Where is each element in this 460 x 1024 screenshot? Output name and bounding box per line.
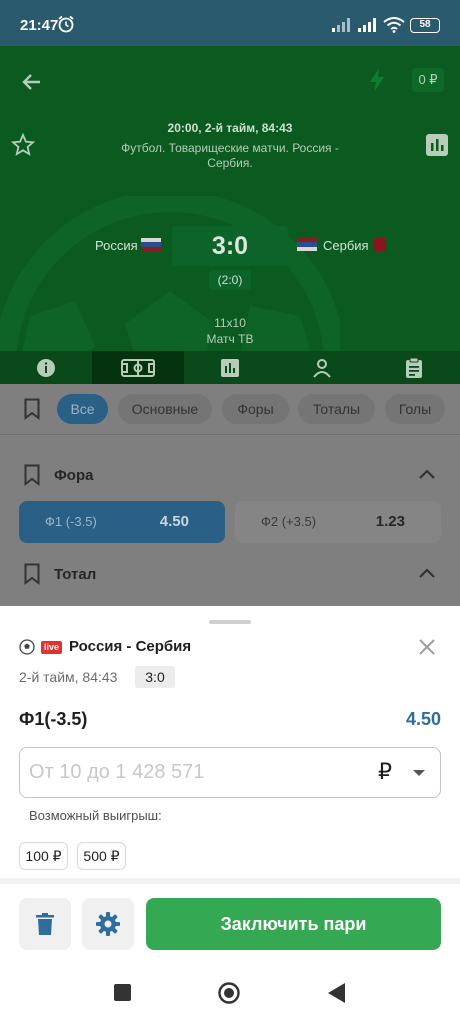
- wifi-icon: [383, 17, 405, 33]
- odd-button-f2[interactable]: Ф2 (+3.5) 1.23: [235, 501, 441, 543]
- system-navigation-bar: [0, 960, 460, 1024]
- home-icon[interactable]: [218, 982, 240, 1004]
- chevron-up-icon[interactable]: [418, 567, 436, 579]
- stats-icon: [221, 358, 239, 377]
- favorite-star-icon[interactable]: [11, 133, 35, 157]
- bet-match-name: Россия - Сербия: [69, 638, 192, 655]
- alarm-icon: [58, 15, 74, 33]
- bet-odd-value: 4.50: [405, 709, 441, 729]
- status-bar: 21:47 58: [0, 0, 460, 46]
- market-title-handicap: Фора: [54, 467, 94, 484]
- bet-period: 2-й тайм, 84:43: [19, 669, 118, 685]
- divider: [0, 434, 460, 435]
- trash-icon: [36, 913, 54, 935]
- quick-amount-500[interactable]: 500 ₽: [77, 842, 126, 870]
- odd-value: 4.50: [159, 513, 189, 530]
- divider: [0, 878, 460, 884]
- tab-lineups[interactable]: [276, 351, 368, 384]
- team-format: 11x10: [214, 316, 246, 330]
- match-description: Футбол. Товарищеские матчи. Россия - Сер…: [121, 141, 339, 170]
- chevron-up-icon[interactable]: [418, 468, 436, 480]
- settings-button[interactable]: [82, 898, 134, 950]
- back-triangle-icon[interactable]: [328, 983, 345, 1003]
- team-away-badge-icon: [374, 238, 386, 251]
- chip-all[interactable]: Все: [57, 394, 108, 424]
- soccer-ball-icon: [19, 639, 35, 655]
- signal-icon: [358, 18, 376, 32]
- quick-amount-100[interactable]: 100 ₽: [19, 842, 68, 870]
- match-time: 20:00, 2-й тайм, 84:43: [167, 121, 293, 135]
- close-icon[interactable]: [418, 638, 436, 656]
- team-home-name: Россия: [95, 238, 138, 253]
- match-header: 0 ₽ 20:00, 2-й тайм, 84:43 Футбол. Товар…: [0, 46, 460, 384]
- caret-down-icon[interactable]: [412, 769, 426, 777]
- team-away-name: Сербия: [323, 238, 369, 253]
- stake-input[interactable]: [29, 748, 349, 797]
- tab-info[interactable]: [0, 351, 92, 384]
- russia-flag-icon: [141, 238, 161, 251]
- bookmark-icon[interactable]: [24, 563, 40, 585]
- recents-icon[interactable]: [114, 984, 131, 1001]
- status-time: 21:47: [20, 17, 59, 34]
- person-icon: [313, 358, 331, 378]
- battery-indicator: 58: [410, 18, 440, 33]
- odd-label: Ф1 (-3.5): [45, 514, 97, 529]
- market-title-total: Тотал: [54, 566, 97, 583]
- match-tabs: [0, 351, 460, 384]
- bookmark-icon[interactable]: [24, 464, 40, 486]
- statistics-icon[interactable]: [426, 134, 448, 161]
- info-icon: [37, 358, 55, 377]
- gear-icon: [96, 912, 120, 936]
- odd-value: 1.23: [375, 513, 405, 530]
- field-icon: [121, 358, 155, 377]
- tab-field[interactable]: [92, 351, 184, 384]
- odd-button-f1[interactable]: Ф1 (-3.5) 4.50: [19, 501, 225, 543]
- possible-winnings-label: Возможный выигрыш:: [29, 808, 162, 823]
- lightning-icon[interactable]: [368, 68, 386, 92]
- balance-badge[interactable]: 0 ₽: [412, 68, 444, 92]
- chip-goals[interactable]: Голы: [385, 394, 445, 424]
- chip-handicaps[interactable]: Форы: [222, 394, 289, 424]
- odd-label: Ф2 (+3.5): [261, 514, 317, 529]
- clipboard-icon: [406, 357, 422, 378]
- serbia-flag-icon: [297, 238, 317, 251]
- tab-summary[interactable]: [368, 351, 460, 384]
- chip-main[interactable]: Основные: [118, 394, 212, 424]
- bet-score: 3:0: [135, 666, 175, 688]
- match-score: 3:0: [172, 226, 288, 266]
- back-arrow-icon[interactable]: [20, 70, 44, 94]
- tab-stats[interactable]: [184, 351, 276, 384]
- live-badge: live: [41, 641, 62, 654]
- half-time-score: (2:0): [209, 270, 251, 290]
- filter-chips: Все Основные Форы Тоталы Голы: [0, 394, 460, 424]
- markets-list: Все Основные Форы Тоталы Голы Фора Ф1 (-…: [0, 384, 460, 606]
- currency-symbol[interactable]: ₽: [378, 759, 392, 785]
- chip-totals[interactable]: Тоталы: [298, 394, 375, 424]
- tv-channel: Матч ТВ: [206, 332, 254, 346]
- delete-button[interactable]: [19, 898, 71, 950]
- place-bet-button[interactable]: Заключить пари: [146, 898, 441, 950]
- sheet-drag-handle[interactable]: [209, 620, 251, 624]
- stake-field[interactable]: ₽: [19, 747, 441, 798]
- bet-selection: Ф1(-3.5): [19, 709, 88, 729]
- signal-icon: [332, 18, 350, 32]
